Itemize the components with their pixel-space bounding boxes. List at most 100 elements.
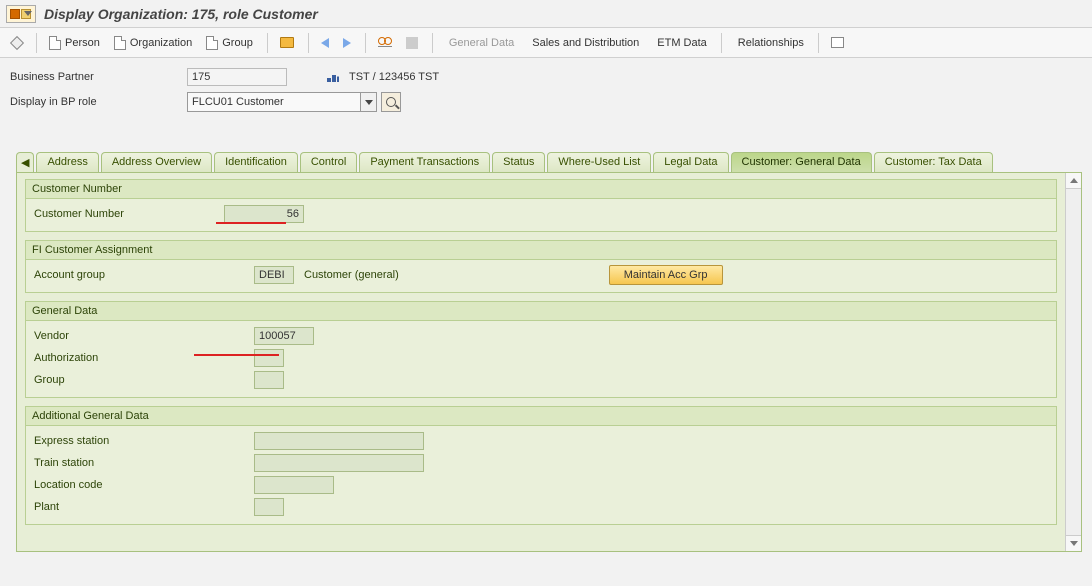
bp-role-value: FLCU01 Customer [188,96,360,108]
group-additional-general-data: Additional General Data Express station … [25,406,1057,525]
toolbar-separator [267,33,268,53]
scroll-down-button[interactable] [1066,535,1081,551]
tree-icon [406,37,418,49]
group-fi-customer-assignment: FI Customer Assignment Account group DEB… [25,240,1057,293]
tab-panel: Customer Number Customer Number 56 FI Cu… [16,172,1082,552]
train-station-label: Train station [34,457,224,469]
folder-icon [280,37,294,48]
chart-icon [327,72,339,82]
toolbar-item-organization[interactable]: Organization [108,32,198,54]
tab-customer-general-data[interactable]: Customer: General Data [731,152,872,172]
group-label: Group [34,374,224,386]
toolbar-item-open[interactable] [274,32,300,54]
toolbar-item-person[interactable]: Person [43,32,106,54]
tab-identification[interactable]: Identification [214,152,298,172]
window-menu-button[interactable] [6,5,36,23]
magnifier-icon [386,97,396,107]
toolbar-item-group[interactable]: Group [200,32,259,54]
toolbar-separator [308,33,309,53]
toolbar-label: ETM Data [657,37,707,49]
titlebar: Display Organization: 175, role Customer [0,0,1092,28]
chevron-down-icon[interactable] [360,93,376,111]
tab-label: Customer: Tax Data [885,156,982,168]
group-title: Additional General Data [26,407,1056,426]
tab-label: Customer: General Data [742,156,861,168]
toolbar-separator [432,33,433,53]
toolbar-item-sales-distribution[interactable]: Sales and Distribution [522,32,645,54]
maintain-acc-grp-button[interactable]: Maintain Acc Grp [609,265,723,285]
toolbar-label: Group [222,37,253,49]
account-group-text: Customer (general) [304,269,399,281]
tab-label: Legal Data [664,156,717,168]
group-title: General Data [26,302,1056,321]
highlight-marker [194,354,279,356]
tab-legal-data[interactable]: Legal Data [653,152,728,172]
document-icon [114,36,126,50]
button-label: Maintain Acc Grp [624,269,708,281]
tab-label: Payment Transactions [370,156,479,168]
train-station-field [254,454,424,472]
toolbar-separator [721,33,722,53]
bp-value: 175 [192,71,210,83]
tabs-scroll-left[interactable]: ◀ [16,152,34,172]
tab-where-used-list[interactable]: Where-Used List [547,152,651,172]
toolbar-label: Sales and Distribution [532,37,639,49]
tab-label: Address Overview [112,156,201,168]
tab-address[interactable]: Address [36,152,98,172]
arrow-left-icon [321,38,329,48]
customer-number-label: Customer Number [34,208,224,220]
bp-role-dropdown[interactable]: FLCU01 Customer [187,92,377,112]
tab-label: Address [47,156,87,168]
authorization-field [254,349,284,367]
tab-label: Status [503,156,534,168]
tab-label: Identification [225,156,287,168]
role-detail-button[interactable] [381,92,401,112]
vendor-field: 100057 [254,327,314,345]
toolbar-label: Relationships [738,37,804,49]
bp-label: Business Partner [10,71,165,83]
document-icon [206,36,218,50]
location-code-field [254,476,334,494]
glasses-icon [378,39,392,47]
tab-control[interactable]: Control [300,152,357,172]
toolbar-separator [365,33,366,53]
group-general-data: General Data Vendor 100057 Authorization [25,301,1057,398]
toolbar-item-check[interactable] [372,32,398,54]
customer-number-value: 56 [287,208,299,220]
highlight-marker [216,222,286,224]
scroll-up-button[interactable] [1066,173,1081,189]
vendor-value: 100057 [259,330,296,342]
toolbar-label: Organization [130,37,192,49]
group-title: FI Customer Assignment [26,241,1056,260]
vertical-scrollbar[interactable] [1065,173,1081,551]
bp-value-field: 175 [187,68,287,86]
toolbar-separator [36,33,37,53]
tab-label: Control [311,156,346,168]
toolbar-separator [818,33,819,53]
toolbar-label: General Data [449,37,514,49]
vendor-label: Vendor [34,330,224,342]
toolbar-item-personcard[interactable] [825,32,850,54]
toolbar-item-back[interactable] [315,32,335,54]
group-title: Customer Number [26,180,1056,199]
tab-status[interactable]: Status [492,152,545,172]
customer-number-field: 56 [224,205,304,223]
tab-address-overview[interactable]: Address Overview [101,152,212,172]
toolbar-item-hierarchy[interactable] [400,32,424,54]
toolbar-item-forward[interactable] [337,32,357,54]
location-code-label: Location code [34,479,224,491]
personcard-icon [831,37,844,48]
document-icon [49,36,61,50]
toolbar-item-relationships[interactable]: Relationships [728,32,810,54]
header-form: Business Partner 175 TST / 123456 TST Di… [0,58,1092,124]
toolbar-label: Person [65,37,100,49]
group-field [254,371,284,389]
tab-customer-tax-data[interactable]: Customer: Tax Data [874,152,993,172]
toolbar-item-general-data: General Data [439,32,520,54]
tab-payment-transactions[interactable]: Payment Transactions [359,152,490,172]
express-station-field [254,432,424,450]
toolbar-item-etm-data[interactable]: ETM Data [647,32,713,54]
tab-panel-content: Customer Number Customer Number 56 FI Cu… [17,173,1065,551]
express-station-label: Express station [34,435,224,447]
toolbar-item-layout[interactable] [6,32,28,54]
